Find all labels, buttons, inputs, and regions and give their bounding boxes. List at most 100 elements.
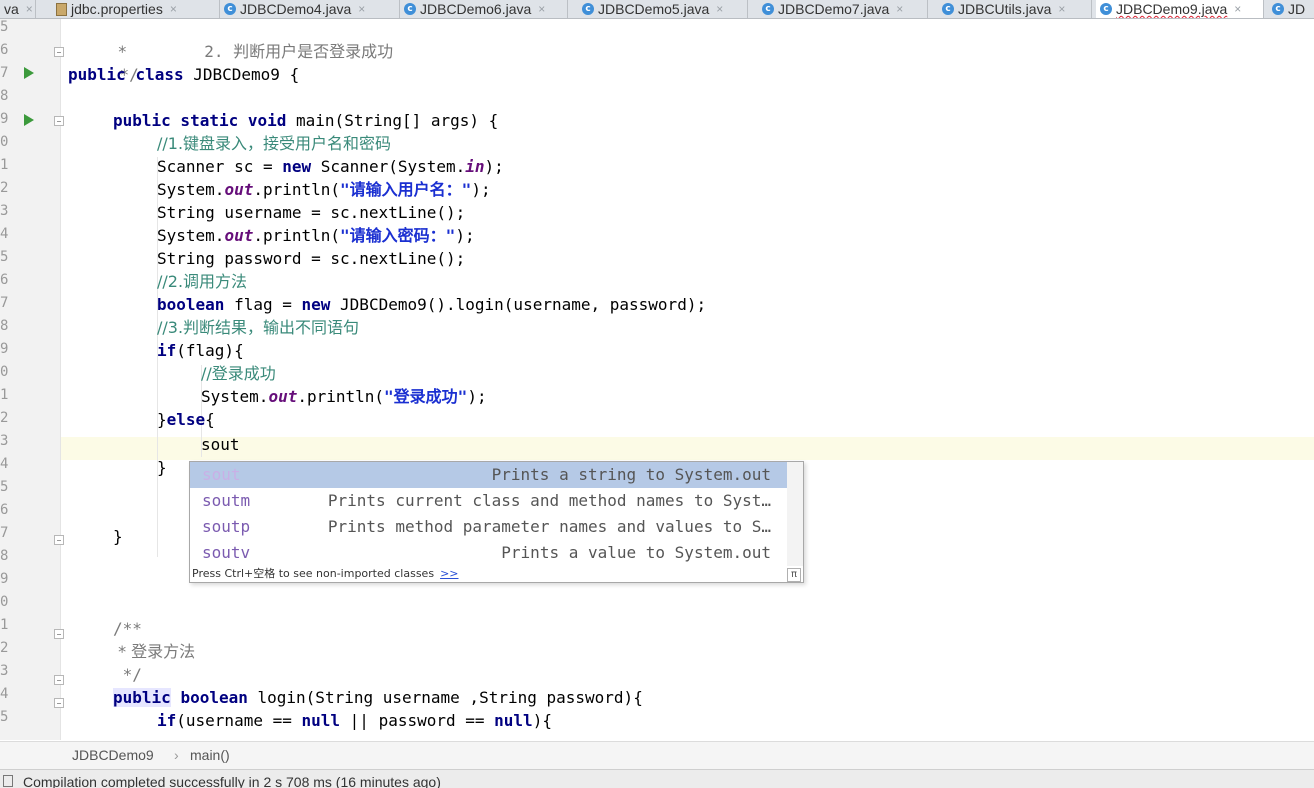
code-line: //2.调用方法 xyxy=(157,272,248,291)
code-editor[interactable]: * 2. 判断用户是否登录成功 */ public class JDBCDemo… xyxy=(61,19,1314,740)
close-icon[interactable]: × xyxy=(1234,2,1241,16)
tab-jdbcdemo7[interactable]: c JDBCDemo7.java × xyxy=(758,0,928,18)
code-line: public class JDBCDemo9 { xyxy=(68,65,300,84)
line-number: 6 xyxy=(0,42,9,58)
line-number: 5 xyxy=(0,709,9,725)
editor-tab-bar: va × jdbc.properties × c JDBCDemo4.java … xyxy=(0,0,1314,19)
tab-label: JDBCDemo5.java xyxy=(598,1,710,17)
popup-more-link[interactable]: >> xyxy=(440,567,458,580)
tab-label: JDBCDemo4.java xyxy=(240,1,352,17)
line-number: 8 xyxy=(0,318,9,334)
tab-label: jdbc.properties xyxy=(71,1,163,17)
line-number: 9 xyxy=(0,341,9,357)
line-number: 6 xyxy=(0,502,9,518)
code-line: if(flag){ xyxy=(157,341,244,360)
java-class-icon: c xyxy=(582,3,594,15)
line-number: 8 xyxy=(0,548,9,564)
code-line: System.out.println("登录成功"); xyxy=(201,387,487,406)
tab-label: JD xyxy=(1288,1,1306,17)
line-number: 3 xyxy=(0,663,9,679)
java-class-icon: c xyxy=(1100,3,1112,15)
line-number: 0 xyxy=(0,134,9,150)
line-number: 9 xyxy=(0,111,9,127)
java-class-icon: c xyxy=(404,3,416,15)
popup-scrollbar[interactable] xyxy=(787,462,803,566)
tab-label: JDBCDemo9.java xyxy=(1116,1,1228,17)
line-number: 3 xyxy=(0,433,9,449)
code-line: public static void main(String[] args) { xyxy=(113,111,499,130)
line-number: 9 xyxy=(0,571,9,587)
close-icon[interactable]: × xyxy=(896,2,903,16)
line-number: 5 xyxy=(0,19,9,35)
line-number: 2 xyxy=(0,410,9,426)
code-line: } xyxy=(113,527,123,546)
close-icon[interactable]: × xyxy=(716,2,723,16)
line-number: 1 xyxy=(0,157,9,173)
code-line: String username = sc.nextLine(); xyxy=(157,203,466,222)
breadcrumb: JDBCDemo9 › main() xyxy=(0,741,1314,769)
line-number: 1 xyxy=(0,387,9,403)
close-icon[interactable]: × xyxy=(170,2,177,16)
code-line: if(username == null || password == null)… xyxy=(157,711,552,730)
code-line: */ xyxy=(113,665,142,684)
close-icon[interactable]: × xyxy=(538,2,545,16)
tab-jdbcdemo5[interactable]: c JDBCDemo5.java × xyxy=(578,0,748,18)
run-class-icon[interactable] xyxy=(24,67,34,79)
close-icon[interactable]: × xyxy=(358,2,365,16)
line-number: 2 xyxy=(0,180,9,196)
line-number: 7 xyxy=(0,295,9,311)
status-panel-icon[interactable] xyxy=(3,775,13,787)
popup-footer: Press Ctrl+空格 to see non-imported classe… xyxy=(190,566,805,582)
tab-jdbcdemo4[interactable]: c JDBCDemo4.java × xyxy=(220,0,400,18)
code-line: System.out.println("请输入密码："); xyxy=(157,226,475,245)
autocomplete-item[interactable]: soutp Prints method parameter names and … xyxy=(190,514,787,540)
code-line: * 登录方法 xyxy=(113,642,196,661)
line-number: 0 xyxy=(0,364,9,380)
autocomplete-item[interactable]: soutm Prints current class and method na… xyxy=(190,488,787,514)
java-class-icon: c xyxy=(224,3,236,15)
code-line: } xyxy=(157,458,167,477)
code-line: boolean flag = new JDBCDemo9().login(use… xyxy=(157,295,707,314)
line-number: 8 xyxy=(0,88,9,104)
line-number: 4 xyxy=(0,686,9,702)
tab-jdbcutils[interactable]: c JDBCUtils.java × xyxy=(938,0,1092,18)
code-line: /** xyxy=(113,619,142,638)
code-line: String password = sc.nextLine(); xyxy=(157,249,466,268)
pi-icon[interactable]: π xyxy=(787,568,801,582)
tab-jdbcdemo9[interactable]: c JDBCDemo9.java × xyxy=(1096,0,1264,18)
line-number: 7 xyxy=(0,525,9,541)
status-message: Compilation completed successfully in 2 … xyxy=(23,774,441,788)
breadcrumb-method[interactable]: main() xyxy=(190,742,230,769)
java-class-icon: c xyxy=(942,3,954,15)
tab-jdbc-properties[interactable]: jdbc.properties × xyxy=(52,0,220,18)
code-line: public boolean login(String username ,St… xyxy=(113,688,643,707)
properties-file-icon xyxy=(56,2,67,16)
tab-label: va xyxy=(4,1,19,17)
status-bar: Compilation completed successfully in 2 … xyxy=(0,769,1314,788)
editor-gutter: 5 6 7 8 9 0 1 2 3 4 5 6 7 8 9 0 1 2 3 4 … xyxy=(0,19,64,740)
tab-partial-left[interactable]: va × xyxy=(0,0,36,18)
line-number: 4 xyxy=(0,226,9,242)
autocomplete-item[interactable]: sout Prints a string to System.out xyxy=(190,462,787,488)
close-icon[interactable]: × xyxy=(1058,2,1065,16)
java-class-icon: c xyxy=(762,3,774,15)
autocomplete-item[interactable]: soutv Prints a value to System.out xyxy=(190,540,787,566)
run-method-icon[interactable] xyxy=(24,114,34,126)
code-line: System.out.println("请输入用户名："); xyxy=(157,180,491,199)
line-number: 6 xyxy=(0,272,9,288)
popup-hint: Press Ctrl+空格 to see non-imported classe… xyxy=(192,567,435,580)
autocomplete-popup[interactable]: sout Prints a string to System.out soutm… xyxy=(189,461,804,583)
tab-label: JDBCDemo6.java xyxy=(420,1,532,17)
line-number: 5 xyxy=(0,479,9,495)
breadcrumb-class[interactable]: JDBCDemo9 xyxy=(72,742,154,769)
close-icon[interactable]: × xyxy=(26,2,33,16)
code-line: }else{ xyxy=(157,410,215,429)
code-line: //3.判断结果，输出不同语句 xyxy=(157,318,360,337)
tab-partial-right[interactable]: c JD xyxy=(1268,0,1314,18)
tab-label: JDBCDemo7.java xyxy=(778,1,890,17)
line-number: 5 xyxy=(0,249,9,265)
line-number: 3 xyxy=(0,203,9,219)
breadcrumb-separator: › xyxy=(174,747,179,763)
line-number: 1 xyxy=(0,617,9,633)
tab-jdbcdemo6[interactable]: c JDBCDemo6.java × xyxy=(400,0,568,18)
